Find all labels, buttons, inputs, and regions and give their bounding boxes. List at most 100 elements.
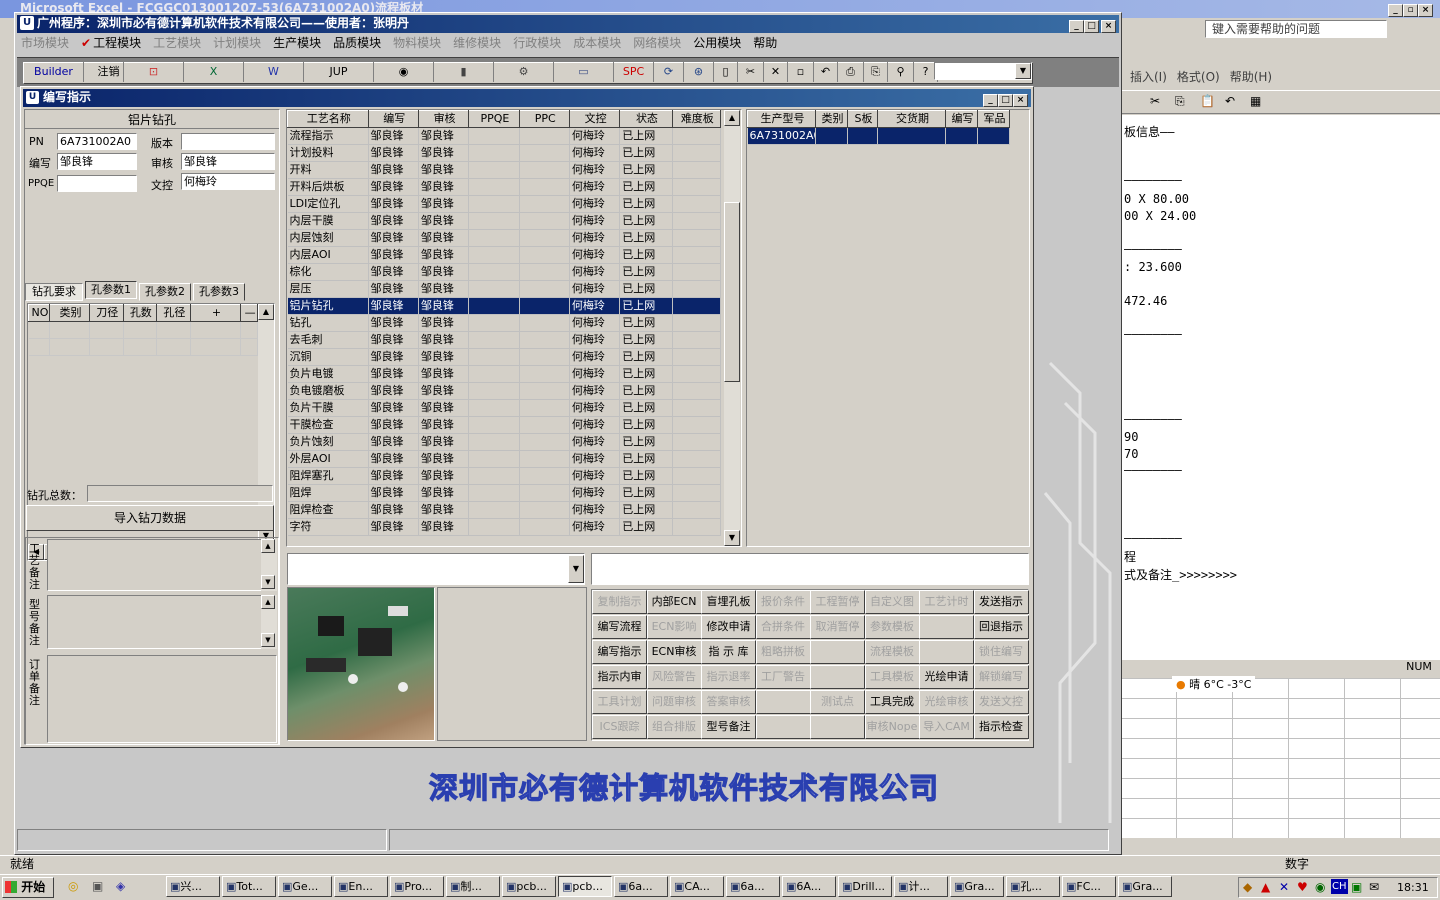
model-col-header[interactable]: 编写 xyxy=(945,110,978,128)
control-field[interactable]: 何梅玲 xyxy=(181,173,275,190)
drill-col-header[interactable]: 类别 xyxy=(49,304,90,322)
action-button-4-4[interactable]: 测试点 xyxy=(810,690,865,714)
tray-icon[interactable]: ◆ xyxy=(1243,878,1252,897)
table-row[interactable]: 沉铜 邹良锋 邹良锋 何梅玲 已上网 xyxy=(287,348,722,366)
table-row[interactable]: 外层AOI 邹良锋 邹良锋 何梅玲 已上网 xyxy=(287,450,722,468)
menu-insert[interactable]: 插入(I) xyxy=(1130,70,1167,84)
taskbar-item[interactable]: ▣制... xyxy=(446,876,500,897)
action-button-2-3[interactable]: 粗略拼板 xyxy=(755,640,811,664)
vscroll-thumb[interactable] xyxy=(724,202,740,382)
action-button-5-3[interactable] xyxy=(755,715,811,739)
table-row[interactable]: 内层AOI 邹良锋 邹良锋 何梅玲 已上网 xyxy=(287,246,722,264)
scroll-up-icon[interactable]: ▲ xyxy=(261,539,275,553)
action-button-3-4[interactable] xyxy=(810,665,865,689)
toolbar-icon-7[interactable]: ▮ xyxy=(434,62,494,82)
toolbar-icon-12[interactable]: ⊛ xyxy=(684,62,714,82)
minimize-icon[interactable]: _ xyxy=(1069,20,1084,33)
tray-icon[interactable]: ▲ xyxy=(1261,878,1270,897)
mail-icon[interactable]: ✉ xyxy=(1369,878,1379,897)
action-button-1-7[interactable]: 回退指示 xyxy=(973,615,1029,639)
table-row[interactable]: 字符 邹良锋 邹良锋 何梅玲 已上网 xyxy=(287,518,722,536)
scroll-down-icon[interactable]: ▼ xyxy=(724,530,740,546)
table-row[interactable]: 去毛刺 邹良锋 邹良锋 何梅玲 已上网 xyxy=(287,331,722,349)
import-drill-button[interactable]: 导入钻刀数据 xyxy=(26,505,274,531)
action-button-2-7[interactable]: 锁住编写 xyxy=(973,640,1029,664)
action-button-3-3[interactable]: 工厂警告 xyxy=(755,665,811,689)
tab-hole-param-1[interactable]: 孔参数1 xyxy=(85,281,137,299)
table-row[interactable]: 流程指示 邹良锋 邹良锋 何梅玲 已上网 xyxy=(287,127,722,145)
taskbar-item[interactable]: ▣6A... xyxy=(782,876,836,897)
table-row[interactable]: 阻焊 邹良锋 邹良锋 何梅玲 已上网 xyxy=(287,484,722,502)
table-row[interactable]: 开料后烘板 邹良锋 邹良锋 何梅玲 已上网 xyxy=(287,178,722,196)
table-row[interactable]: 铝片钻孔 邹良锋 邹良锋 何梅玲 已上网 xyxy=(287,297,722,315)
toolbar-icon-20[interactable]: ⚲ xyxy=(888,62,914,82)
menu-item-3[interactable]: 计划模块 xyxy=(213,36,261,50)
table-row[interactable]: 负电镀磨板 邹良锋 邹良锋 何梅玲 已上网 xyxy=(287,382,722,400)
table-row[interactable]: 干膜检查 邹良锋 邹良锋 何梅玲 已上网 xyxy=(287,416,722,434)
action-button-1-1[interactable]: ECN影响 xyxy=(646,615,702,639)
action-button-1-6[interactable] xyxy=(919,615,974,639)
process-grid[interactable]: 工艺名称 编写 审核 PPQE PPC 文控 状态 难度板 流程指示 邹良锋 邹良锋 何梅玲 已上网 计划… xyxy=(286,109,742,547)
close-icon[interactable]: × xyxy=(1418,4,1433,17)
model-col-header[interactable]: 生产型号 xyxy=(747,110,816,128)
model-col-header[interactable]: 类别 xyxy=(815,110,848,128)
restore-icon[interactable]: ▫ xyxy=(1403,4,1418,17)
toolbar-icon-13[interactable]: ▯ xyxy=(714,62,738,82)
tray-icon[interactable]: ✕ xyxy=(1279,878,1289,897)
action-button-4-7[interactable]: 发送文控 xyxy=(973,690,1029,714)
model-note-scroll[interactable]: ▲ ▼ xyxy=(261,595,277,649)
drill-col-header[interactable]: 孔径 xyxy=(156,304,191,322)
action-button-0-5[interactable]: 自定义图 xyxy=(864,590,920,614)
process-col-header[interactable]: 文控 xyxy=(568,110,621,128)
taskbar-item[interactable]: ▣CA... xyxy=(670,876,724,897)
process-col-header[interactable]: PPC xyxy=(518,110,570,128)
tray-icon[interactable]: ♥ xyxy=(1297,878,1308,897)
taskbar-item[interactable]: ▣Ge... xyxy=(278,876,332,897)
action-button-4-5[interactable]: 工具完成 xyxy=(864,690,920,714)
menu-item-10[interactable]: 网络模块 xyxy=(633,36,681,50)
table-row[interactable]: 6A731002A0 xyxy=(747,127,1010,145)
taskbar-item[interactable]: ▣En... xyxy=(334,876,388,897)
taskbar-item[interactable]: ▣Tot... xyxy=(222,876,276,897)
drill-col-header[interactable]: — xyxy=(240,304,258,322)
action-button-2-0[interactable]: 编写指示 xyxy=(592,640,647,664)
scroll-down-icon[interactable]: ▼ xyxy=(261,633,275,647)
action-button-3-1[interactable]: 风险警告 xyxy=(646,665,702,689)
toolbar-button-0[interactable]: Builder xyxy=(24,62,84,82)
toolbar-icon-8[interactable]: ⚙ xyxy=(494,62,554,82)
quick-launch-icon[interactable]: ▣ xyxy=(92,879,103,893)
process-col-header[interactable]: 编写 xyxy=(367,110,419,128)
table-row[interactable]: LDI定位孔 邹良锋 邹良锋 何梅玲 已上网 xyxy=(287,195,722,213)
close-icon[interactable]: × xyxy=(1101,20,1116,33)
process-note-input[interactable] xyxy=(47,539,263,591)
action-button-0-1[interactable]: 内部ECN xyxy=(646,590,702,614)
toolbar-icon-6[interactable]: ◉ xyxy=(374,62,434,82)
ppqe-field[interactable] xyxy=(57,175,137,192)
minimize-icon[interactable]: _ xyxy=(1388,4,1403,17)
taskbar-item[interactable]: ▣计... xyxy=(894,876,948,897)
taskbar-item[interactable]: ▣Pro... xyxy=(390,876,444,897)
order-note-input[interactable] xyxy=(47,655,277,743)
menu-help[interactable]: 帮助(H) xyxy=(1230,70,1272,84)
table-row[interactable]: 计划投料 邹良锋 邹良锋 何梅玲 已上网 xyxy=(287,144,722,162)
taskbar-item[interactable]: ▣pcb... xyxy=(558,876,612,897)
action-button-2-2[interactable]: 指 示 库 xyxy=(701,640,756,664)
help-search-input[interactable]: 键入需要帮助的问题 xyxy=(1205,20,1387,38)
table-row[interactable]: 负片干膜 邹良锋 邹良锋 何梅玲 已上网 xyxy=(287,399,722,417)
model-note-input[interactable] xyxy=(47,595,263,649)
ime-indicator[interactable]: CH xyxy=(1331,879,1348,894)
scroll-up-icon[interactable]: ▲ xyxy=(261,595,275,609)
action-button-0-3[interactable]: 报价条件 xyxy=(755,590,811,614)
process-combo[interactable]: ▼ xyxy=(287,553,585,585)
action-button-5-7[interactable]: 指示检查 xyxy=(973,715,1029,739)
menu-item-0[interactable]: 市场模块 xyxy=(21,36,69,50)
menu-item-1[interactable]: 工程模块 xyxy=(93,36,141,50)
menu-item-7[interactable]: 维修模块 xyxy=(453,36,501,50)
process-col-header[interactable]: 审核 xyxy=(417,110,470,128)
table-row[interactable]: 棕化 邹良锋 邹良锋 何梅玲 已上网 xyxy=(287,263,722,281)
toolbar-icon-9[interactable]: ▭ xyxy=(554,62,614,82)
action-button-2-1[interactable]: ECN审核 xyxy=(646,640,702,664)
action-button-3-7[interactable]: 解锁编写 xyxy=(973,665,1029,689)
chevron-down-icon[interactable]: ▼ xyxy=(1015,63,1031,79)
action-button-3-0[interactable]: 指示内审 xyxy=(592,665,647,689)
